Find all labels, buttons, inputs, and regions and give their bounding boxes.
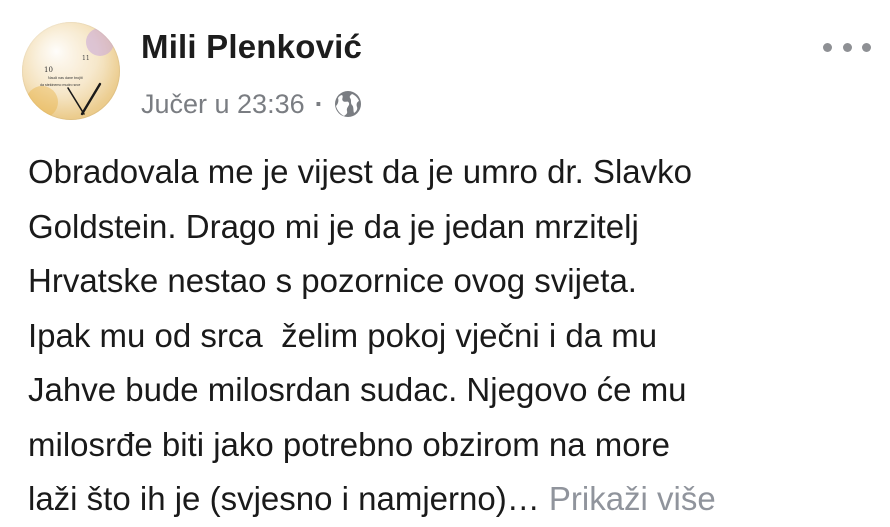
post-text-last-line: laži što ih je (svjesno i namjerno)… Pri… <box>28 472 878 527</box>
post-text-line: Goldstein. Drago mi je da je jedan mrzit… <box>28 207 639 245</box>
avatar-digits: 10 <box>44 66 53 74</box>
post-text-line: Jahve bude milosrdan sudac. Njegovo će m… <box>28 371 687 408</box>
facebook-post: 10 11 Nauči nas dane brojiti da stekinem… <box>0 0 890 527</box>
post-meta: Jučer u 23:36 · <box>141 86 363 122</box>
globe-icon[interactable] <box>333 89 363 119</box>
dot-icon <box>842 42 852 52</box>
post-text-line: Hrvatske nestao s pozornice ovog svijeta… <box>28 262 637 299</box>
avatar-line1: Nauči nas dane brojiti <box>48 76 83 80</box>
post-text-line: Obradovala me je vijest da je umro dr. S… <box>28 153 692 190</box>
see-more-link[interactable]: Prikaži više <box>549 480 716 517</box>
svg-text:11: 11 <box>82 55 90 62</box>
more-options-button[interactable] <box>823 36 871 58</box>
avatar[interactable]: 10 11 Nauči nas dane brojiti da stekinem… <box>22 22 120 120</box>
author-name[interactable]: Mili Plenković <box>141 28 362 66</box>
post-text: Obradovala me je vijest da je umro dr. S… <box>28 145 878 527</box>
clock-avatar-icon: 10 11 Nauči nas dane brojiti da stekinem… <box>22 22 120 120</box>
dot-icon <box>823 42 832 52</box>
timestamp[interactable]: Jučer u 23:36 <box>141 89 305 120</box>
separator: · <box>314 88 324 119</box>
post-text-line: Ipak mu od srca želim pokoj vječni i da … <box>28 316 658 354</box>
post-text-truncated: laži što ih je (svjesno i namjerno)… <box>28 480 540 517</box>
avatar-line2: da stekinemo mudro srce <box>40 83 80 87</box>
dot-icon <box>862 42 871 52</box>
post-text-line: milosrđe biti jako potrebno obzirom na m… <box>28 425 670 463</box>
